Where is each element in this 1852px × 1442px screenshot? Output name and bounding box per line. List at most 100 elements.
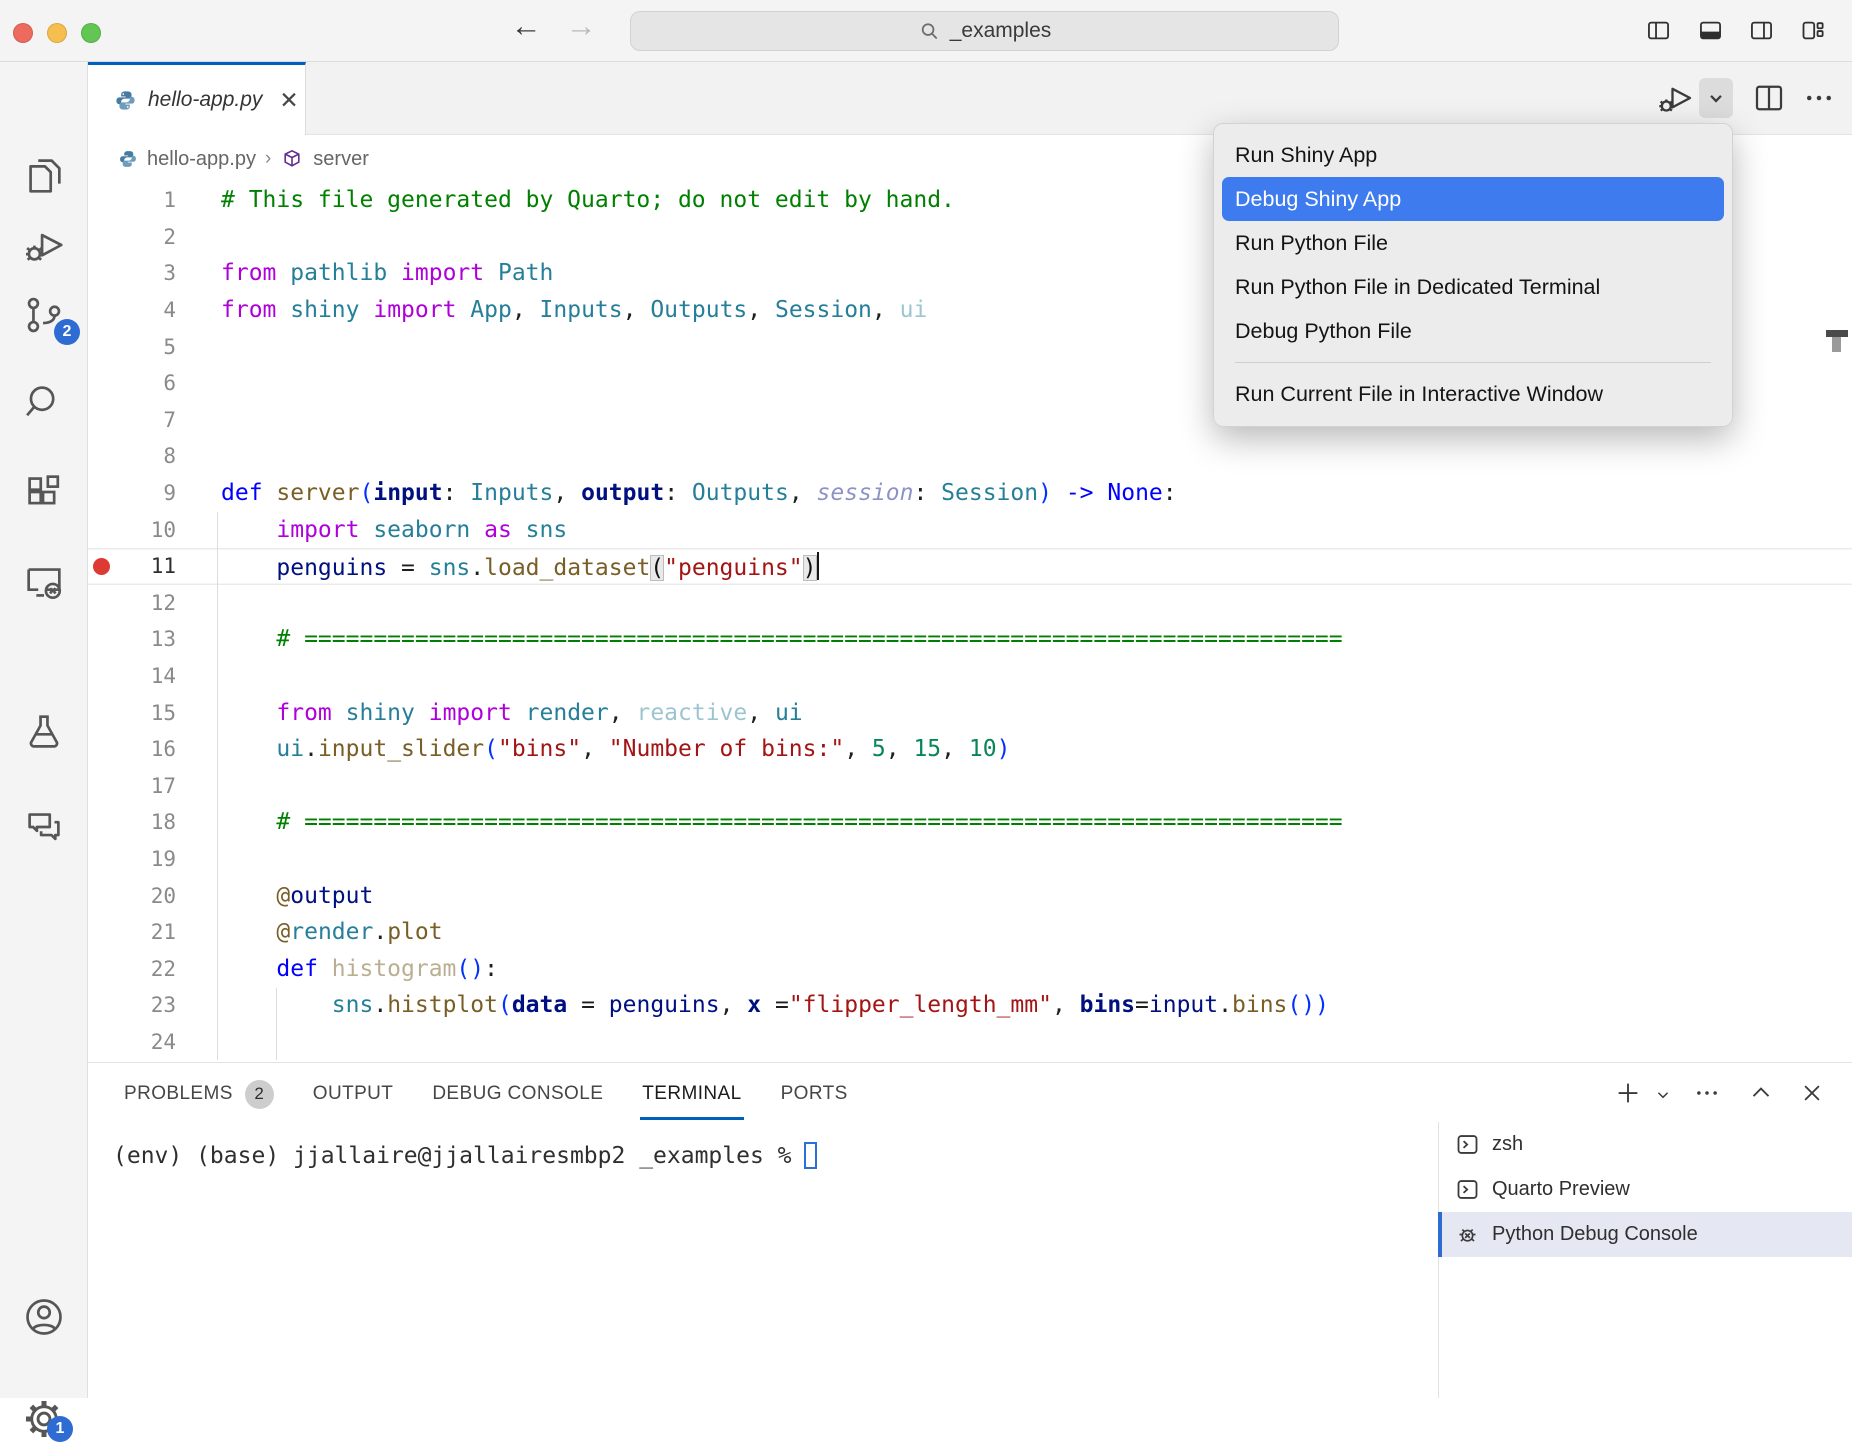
menu-item-debug-shiny-app[interactable]: Debug Shiny App: [1222, 177, 1724, 221]
sidebar-item-comments[interactable]: [21, 804, 67, 850]
line-number[interactable]: 10: [114, 518, 176, 542]
breadcrumb-symbol[interactable]: server: [313, 148, 369, 171]
line-number[interactable]: 22: [114, 957, 176, 981]
toggle-panel-icon[interactable]: [1697, 17, 1724, 44]
breakpoint-dot[interactable]: [93, 558, 110, 575]
code-text[interactable]: def server(input: Inputs, output: Output…: [221, 480, 1177, 506]
menu-item-run-current-file-interactive-window[interactable]: Run Current File in Interactive Window: [1214, 372, 1732, 416]
terminal-list-item-quarto-preview[interactable]: Quarto Preview: [1439, 1167, 1852, 1212]
line-number[interactable]: 14: [114, 664, 176, 688]
code-text[interactable]: # ======================================…: [221, 809, 1343, 835]
sidebar-item-search[interactable]: [21, 379, 67, 425]
breakpoint-gutter[interactable]: [88, 558, 114, 575]
line-number[interactable]: 8: [114, 444, 176, 468]
code-line[interactable]: 10 import seaborn as sns: [88, 511, 1852, 548]
command-center-search[interactable]: _examples: [630, 11, 1339, 51]
tab-problems[interactable]: PROBLEMS 2: [124, 1074, 274, 1114]
code-text[interactable]: from pathlib import Path: [221, 260, 553, 286]
code-text[interactable]: ui.input_slider("bins", "Number of bins:…: [221, 736, 1010, 762]
line-number[interactable]: 18: [114, 810, 176, 834]
line-number[interactable]: 15: [114, 701, 176, 725]
line-number[interactable]: 6: [114, 371, 176, 395]
tab-terminal[interactable]: TERMINAL: [642, 1074, 741, 1114]
line-number[interactable]: 24: [114, 1030, 176, 1054]
run-dropdown-chevron[interactable]: [1699, 78, 1733, 118]
code-text[interactable]: # ======================================…: [221, 626, 1343, 652]
tab-debug-console[interactable]: DEBUG CONSOLE: [432, 1074, 603, 1114]
line-number[interactable]: 23: [114, 993, 176, 1017]
close-panel-icon[interactable]: [1797, 1078, 1827, 1108]
line-number[interactable]: 13: [114, 627, 176, 651]
sidebar-item-remote-explorer[interactable]: [21, 559, 67, 605]
terminal-list-item-zsh[interactable]: zsh: [1439, 1122, 1852, 1167]
forward-button[interactable]: →: [560, 8, 602, 44]
line-number[interactable]: 1: [114, 188, 176, 212]
tab-hello-app[interactable]: hello-app.py ✕: [88, 62, 306, 135]
line-number[interactable]: 19: [114, 847, 176, 871]
line-number[interactable]: 4: [114, 298, 176, 322]
code-line[interactable]: 9 def server(input: Inputs, output: Outpu…: [88, 475, 1852, 512]
account-button[interactable]: [21, 1294, 67, 1340]
settings-button[interactable]: 1: [21, 1396, 67, 1442]
toggle-secondary-sidebar-icon[interactable]: [1748, 17, 1775, 44]
sidebar-item-explorer[interactable]: [21, 152, 67, 198]
line-number[interactable]: 3: [114, 261, 176, 285]
line-number[interactable]: 12: [114, 591, 176, 615]
line-number[interactable]: 17: [114, 774, 176, 798]
code-line[interactable]: 21 @render.plot: [88, 914, 1852, 951]
code-text[interactable]: sns.histplot(data = penguins, x ="flippe…: [221, 992, 1329, 1018]
line-number[interactable]: 20: [114, 884, 176, 908]
code-line[interactable]: 8: [88, 438, 1852, 475]
code-line[interactable]: 24: [88, 1024, 1852, 1061]
code-text[interactable]: penguins = sns.load_dataset("penguins"): [221, 552, 819, 581]
line-number[interactable]: 21: [114, 920, 176, 944]
terminal-profile-chevron[interactable]: [1650, 1084, 1676, 1106]
tab-ports[interactable]: PORTS: [781, 1074, 848, 1114]
code-text[interactable]: import seaborn as sns: [221, 517, 567, 543]
code-line[interactable]: 19: [88, 841, 1852, 878]
maximize-panel-icon[interactable]: [1746, 1078, 1776, 1108]
terminal-prompt[interactable]: (env) (base) jjallaire@jjallairesmbp2 _e…: [113, 1142, 817, 1169]
sidebar-item-testing[interactable]: [21, 709, 67, 755]
code-text[interactable]: @render.plot: [221, 919, 443, 945]
code-text[interactable]: @output: [221, 883, 373, 909]
tab-close-icon[interactable]: ✕: [279, 89, 298, 112]
code-line[interactable]: 13 # ===================================…: [88, 621, 1852, 658]
debug-run-button[interactable]: [1655, 78, 1695, 118]
menu-item-debug-python-file[interactable]: Debug Python File: [1214, 309, 1732, 353]
line-number[interactable]: 11: [114, 554, 176, 578]
menu-item-run-python-file[interactable]: Run Python File: [1214, 221, 1732, 265]
code-line[interactable]: 18 # ===================================…: [88, 804, 1852, 841]
code-line[interactable]: 14: [88, 658, 1852, 695]
code-line[interactable]: 17: [88, 768, 1852, 805]
code-line[interactable]: 12: [88, 585, 1852, 622]
sidebar-item-extensions[interactable]: [21, 469, 67, 515]
code-text[interactable]: def histogram():: [221, 956, 498, 982]
panel-more-actions-icon[interactable]: [1692, 1078, 1722, 1108]
code-line[interactable]: 15 from shiny import render, reactive, u…: [88, 694, 1852, 731]
customize-layout-icon[interactable]: [1799, 17, 1826, 44]
line-number[interactable]: 9: [114, 481, 176, 505]
breadcrumb-file[interactable]: hello-app.py: [147, 148, 256, 171]
code-line[interactable]: 20 @output: [88, 877, 1852, 914]
line-number[interactable]: 5: [114, 335, 176, 359]
split-editor-icon[interactable]: [1751, 78, 1787, 118]
code-text[interactable]: from shiny import App, Inputs, Outputs, …: [221, 297, 927, 323]
code-line[interactable]: 22 def histogram():: [88, 950, 1852, 987]
menu-item-run-python-file-dedicated-terminal[interactable]: Run Python File in Dedicated Terminal: [1214, 265, 1732, 309]
code-line[interactable]: 11 penguins = sns.load_dataset("penguins…: [88, 548, 1852, 585]
sidebar-item-source-control[interactable]: 2: [21, 292, 67, 338]
code-text[interactable]: from shiny import render, reactive, ui: [221, 700, 803, 726]
new-terminal-button[interactable]: [1613, 1078, 1643, 1108]
minimize-window-button[interactable]: [47, 23, 67, 43]
line-number[interactable]: 7: [114, 408, 176, 432]
sidebar-item-run-debug[interactable]: [21, 222, 67, 268]
tab-output[interactable]: OUTPUT: [313, 1074, 394, 1114]
toggle-primary-sidebar-icon[interactable]: [1645, 17, 1672, 44]
editor-more-actions-icon[interactable]: [1801, 78, 1837, 118]
back-button[interactable]: ←: [505, 8, 547, 44]
code-text[interactable]: # This file generated by Quarto; do not …: [221, 187, 955, 213]
code-line[interactable]: 23 sns.histplot(data = penguins, x ="fli…: [88, 987, 1852, 1024]
zoom-window-button[interactable]: [81, 23, 101, 43]
close-window-button[interactable]: [13, 23, 33, 43]
